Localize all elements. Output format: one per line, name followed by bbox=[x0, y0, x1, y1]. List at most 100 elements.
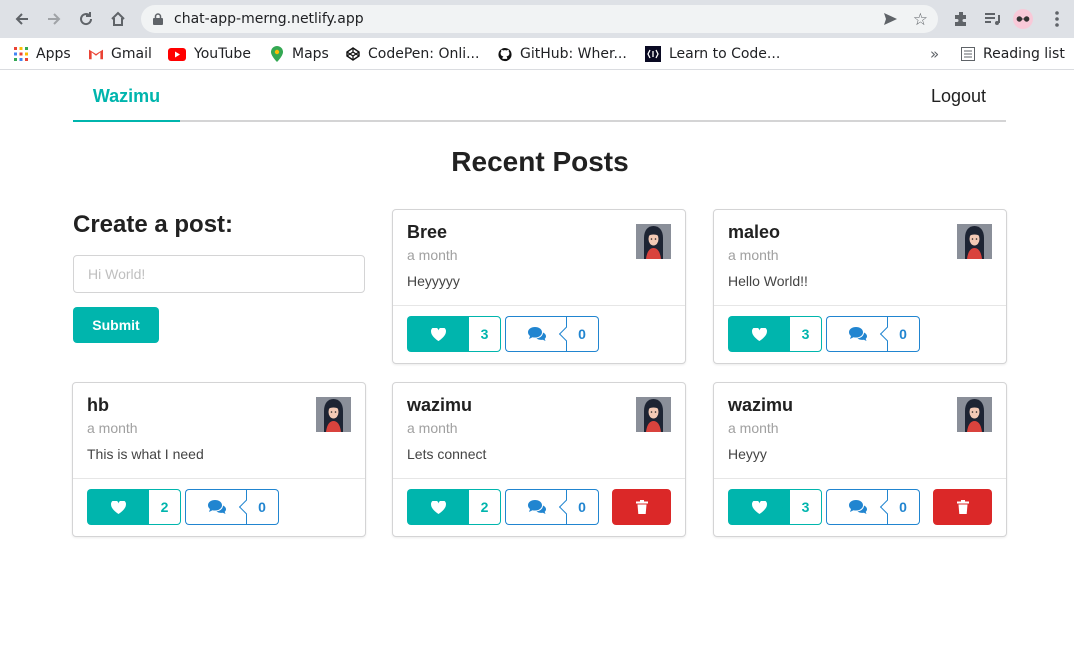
heart-icon bbox=[728, 489, 790, 525]
bookmark-label: Gmail bbox=[111, 46, 152, 62]
avatar bbox=[957, 397, 992, 432]
bookmark-apps[interactable]: Apps bbox=[14, 44, 71, 64]
logout-link[interactable]: Logout bbox=[931, 86, 986, 107]
comments-icon bbox=[826, 316, 888, 352]
comments-icon bbox=[505, 489, 567, 525]
browser-toolbar: chat-app-merng.netlify.app ☆ bbox=[0, 0, 1074, 38]
codepen-icon bbox=[346, 47, 360, 61]
comment-button[interactable]: 0 bbox=[185, 489, 279, 525]
extensions-icon[interactable] bbox=[951, 9, 971, 29]
media-icon[interactable] bbox=[982, 9, 1002, 29]
post-time[interactable]: a month bbox=[728, 420, 779, 436]
post-body: Lets connect bbox=[407, 446, 487, 462]
bookmark-youtube[interactable]: YouTube bbox=[168, 44, 251, 64]
bookmark-label: YouTube bbox=[194, 46, 251, 62]
comment-divider bbox=[887, 339, 888, 352]
reading-list-label: Reading list bbox=[983, 46, 1065, 62]
bookmark-maps[interactable]: Maps bbox=[270, 44, 329, 64]
delete-button[interactable] bbox=[612, 489, 671, 525]
page-title: Recent Posts bbox=[451, 146, 629, 177]
bookmark-label: Maps bbox=[292, 46, 329, 62]
post-author[interactable]: Bree bbox=[407, 222, 447, 243]
apps-grid-icon bbox=[14, 47, 28, 61]
bookmark-label: Apps bbox=[36, 46, 71, 62]
lock-icon bbox=[153, 13, 163, 25]
like-count: 3 bbox=[789, 489, 822, 525]
post-author[interactable]: wazimu bbox=[407, 395, 472, 416]
post-body: This is what I need bbox=[87, 446, 204, 462]
comment-button[interactable]: 0 bbox=[826, 489, 920, 525]
post-time[interactable]: a month bbox=[728, 247, 779, 263]
like-count: 3 bbox=[789, 316, 822, 352]
reading-list-icon bbox=[961, 47, 975, 61]
heart-icon bbox=[87, 489, 149, 525]
post-card[interactable]: hb a month This is what I need 2 0 bbox=[72, 382, 366, 537]
profile-avatar-icon[interactable] bbox=[1013, 9, 1033, 29]
post-author[interactable]: hb bbox=[87, 395, 109, 416]
like-button[interactable]: 2 bbox=[407, 489, 501, 525]
top-menu: Wazimu Logout bbox=[73, 72, 1006, 122]
comment-button[interactable]: 0 bbox=[826, 316, 920, 352]
create-post-title: Create a post: bbox=[73, 211, 234, 238]
post-time[interactable]: a month bbox=[87, 420, 138, 436]
card-divider bbox=[714, 478, 1006, 479]
comment-button[interactable]: 0 bbox=[505, 489, 599, 525]
youtube-icon bbox=[168, 47, 186, 61]
bookmark-freecodecamp[interactable]: Learn to Code... bbox=[645, 44, 780, 64]
bookmarks-bar: Apps Gmail YouTube Maps CodePen: Onli...… bbox=[0, 38, 1074, 70]
post-author[interactable]: maleo bbox=[728, 222, 780, 243]
bookmark-label: GitHub: Wher... bbox=[520, 46, 627, 62]
home-icon[interactable] bbox=[106, 7, 130, 31]
comment-divider bbox=[566, 512, 567, 525]
bookmark-gmail[interactable]: Gmail bbox=[89, 44, 152, 64]
comments-icon bbox=[505, 316, 567, 352]
comment-divider bbox=[246, 512, 247, 525]
reload-icon[interactable] bbox=[74, 7, 98, 31]
post-card[interactable]: wazimu a month Lets connect 2 0 bbox=[392, 382, 686, 537]
reading-list-button[interactable]: Reading list bbox=[961, 44, 1065, 64]
avatar bbox=[636, 224, 671, 259]
bookmark-label: CodePen: Onli... bbox=[368, 46, 480, 62]
trash-icon bbox=[956, 500, 969, 514]
freecodecamp-icon bbox=[645, 46, 661, 62]
comments-icon bbox=[826, 489, 888, 525]
post-card[interactable]: maleo a month Hello World!! 3 0 bbox=[713, 209, 1007, 364]
send-icon[interactable] bbox=[882, 11, 898, 27]
maps-pin-icon bbox=[270, 46, 284, 62]
address-bar[interactable]: chat-app-merng.netlify.app ☆ bbox=[141, 5, 938, 33]
submit-button[interactable]: Submit bbox=[73, 307, 159, 343]
url-text: chat-app-merng.netlify.app bbox=[174, 11, 364, 27]
like-button[interactable]: 2 bbox=[87, 489, 181, 525]
post-time[interactable]: a month bbox=[407, 247, 458, 263]
star-icon[interactable]: ☆ bbox=[913, 10, 928, 30]
card-divider bbox=[714, 305, 1006, 306]
post-body: Heyyyyy bbox=[407, 273, 460, 289]
menu-dots-icon[interactable] bbox=[1047, 9, 1067, 29]
bookmark-github[interactable]: GitHub: Wher... bbox=[498, 44, 627, 64]
like-button[interactable]: 3 bbox=[407, 316, 501, 352]
heart-icon bbox=[407, 316, 469, 352]
post-author[interactable]: wazimu bbox=[728, 395, 793, 416]
github-icon bbox=[498, 47, 512, 61]
comment-button[interactable]: 0 bbox=[505, 316, 599, 352]
post-body: Heyyy bbox=[728, 446, 767, 462]
post-body-input[interactable] bbox=[73, 255, 365, 293]
post-card[interactable]: Bree a month Heyyyyy 3 0 bbox=[392, 209, 686, 364]
trash-icon bbox=[635, 500, 648, 514]
back-icon[interactable] bbox=[10, 7, 34, 31]
post-card[interactable]: wazimu a month Heyyy 3 0 bbox=[713, 382, 1007, 537]
like-button[interactable]: 3 bbox=[728, 489, 822, 525]
card-divider bbox=[393, 305, 685, 306]
heart-icon bbox=[728, 316, 790, 352]
bookmark-codepen[interactable]: CodePen: Onli... bbox=[346, 44, 479, 64]
post-time[interactable]: a month bbox=[407, 420, 458, 436]
card-divider bbox=[73, 478, 365, 479]
like-button[interactable]: 3 bbox=[728, 316, 822, 352]
post-body: Hello World!! bbox=[728, 273, 808, 289]
bookmarks-overflow-button[interactable]: » bbox=[930, 44, 939, 64]
like-count: 2 bbox=[468, 489, 501, 525]
like-count: 3 bbox=[468, 316, 501, 352]
delete-button[interactable] bbox=[933, 489, 992, 525]
forward-icon[interactable] bbox=[42, 7, 66, 31]
nav-home-link[interactable]: Wazimu bbox=[73, 72, 180, 122]
